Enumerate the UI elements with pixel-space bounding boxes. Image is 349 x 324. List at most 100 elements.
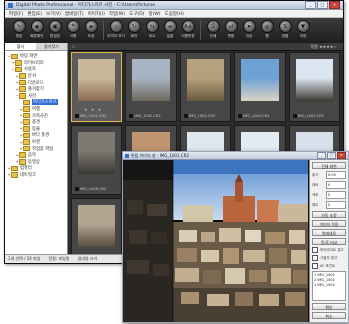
thumbnail[interactable]: IMG_1002.CR2 [125,52,177,122]
camera-icon [75,114,79,118]
edit-icon: ✎ [12,20,26,33]
adjust-button[interactable]: 전/후 비교 [312,238,346,245]
toolbar-button[interactable]: ↻ 회전 [126,20,142,39]
toolbar-button[interactable]: ◉ 빠른확인 [29,20,45,39]
image-list[interactable]: 1 IMG_1001 2 IMG_1002 3 IMG_1003 [312,271,346,301]
tree-item[interactable]: + 동물 [7,126,67,133]
toolbar-button[interactable]: ✎ 편집 [11,20,27,39]
tree-item[interactable]: + 작업중 파일 [7,145,67,152]
tree-item[interactable]: + 네트워크 [7,172,67,179]
toolbar-button[interactable]: Aa 이름변경 [180,20,196,39]
thumbnail[interactable]: IMG_1004.CR2 [234,52,286,122]
rating-stars[interactable]: ★ ★ ★ [84,107,102,112]
tree-item[interactable]: + 다운로드 [7,79,67,86]
tree-item[interactable]: + 여행 [7,106,67,113]
moon-icon[interactable]: ☾ [72,44,76,49]
tree-item[interactable]: + 문서 [7,73,67,80]
toolbar-button[interactable]: ➤ 전송 [241,20,257,39]
minimize-button[interactable]: _ [305,1,316,9]
thumbnail-meta: IMG_1006.CR2 [75,186,118,192]
tree-item-label: 네트워크 [20,172,36,178]
tree-item[interactable]: − 바탕 화면 [7,53,67,60]
main-title-bar[interactable]: Digital Photo Professional - 마다가스카르 사진 -… [5,1,343,10]
adjust-button[interactable]: 원래대로 [312,229,346,236]
tree-item[interactable]: + 풍경 [7,119,67,126]
folder-icon [23,139,30,145]
folder-panel: 폴더 즐겨찾기 − 바탕 화면 + 라이브러리 − 사용자 + 문서 + 다운로드 + 즐겨찾기 − 사진… [5,43,68,255]
maximize-button[interactable]: □ [317,1,328,9]
thumbnail[interactable]: IMG_1003.CR2 [179,52,232,122]
toolbar-button[interactable]: ⇅ 정렬 [277,20,293,39]
checkbox-icon[interactable] [312,247,318,253]
toolbar-button[interactable]: ⌗ 크롭 [65,20,81,39]
viewer-image[interactable] [123,160,308,322]
toolbar-button-label: 크롭 [69,34,77,38]
adjust-label: 색조 [312,192,319,197]
toolbar-button[interactable]: ▣ 편집창 [47,20,63,39]
camera-icon [75,187,79,191]
viewer-maximize-button[interactable]: □ [327,152,336,159]
toolbar-button[interactable]: ◍ 웹 [259,20,275,39]
adjust-label: 밝기 [312,172,319,177]
toolbar-button-label: 도장 [87,34,95,38]
viewer-title-bar[interactable]: 편집 이미지 창 - IMG_1001.CR2 _ □ × [123,152,348,160]
tree-item[interactable]: + 바다 풍경 [7,132,67,139]
toolbar-button[interactable]: ⎙ 인쇄 [205,20,221,39]
tree-item[interactable]: 마다가스카르 [7,99,67,106]
thumbnail-filename: IMG_1006.CR2 [80,187,107,191]
tab-folder[interactable]: 폴더 [5,43,36,50]
toolbar-button[interactable]: ◈ 도장 [83,20,99,39]
fullscreen-button[interactable]: 전체 화면 [312,162,346,169]
cancel-button[interactable]: 취소 [312,312,346,319]
menu-item[interactable]: 썸네일(T) [65,11,84,17]
stamp-icon: ◈ [84,20,98,33]
adjust-value-field[interactable]: 0 [326,191,346,199]
tree-item[interactable]: + 동영상 [7,159,67,166]
viewer-minimize-button[interactable]: _ [317,152,326,159]
toolbar-button-label: 회전 [130,34,138,38]
viewer-close-button[interactable]: × [337,152,346,159]
tree-item[interactable]: + 즐겨찾기 [7,86,67,93]
adjust-value-field[interactable]: 0 [326,201,346,209]
tree-item[interactable]: + 음악 [7,152,67,159]
tree-item[interactable]: − 사용자 [7,66,67,73]
menu-item[interactable]: 이미지(I) [88,11,105,17]
tree-item[interactable]: − 사진 [7,93,67,100]
menu-item[interactable]: 보기(V) [46,11,61,17]
tree-item[interactable]: + 컴퓨터 [7,165,67,172]
option-checkbox[interactable]: 그림자 경고 [312,255,346,261]
menu-item[interactable]: 작업(W) [109,11,125,17]
thumbnail[interactable]: IMG_1006.CR2 [71,125,123,195]
checkbox-icon[interactable] [312,255,318,261]
toolbar-button[interactable]: ⇆ 비교 [144,20,160,39]
thumbnail[interactable]: IMG_1005.CR2 [288,52,340,122]
menu-item[interactable]: 창(W) [148,11,160,17]
toolbar-button-label: 빠른확인 [30,34,44,38]
menu-item[interactable]: 파일(F) [9,11,23,17]
option-checkbox[interactable]: 하이라이트 경고 [312,247,346,253]
menu-item[interactable]: 도구(O) [129,11,144,17]
adjust-value-field[interactable]: 0 [326,181,346,189]
adjust-button[interactable]: 자동 조정 [312,211,346,218]
adjust-button[interactable]: 이미지 적용 [312,220,346,227]
thumbnail[interactable]: ★ ★ ★ IMG_1001.CR2 [71,52,123,122]
list-item[interactable]: 3 IMG_1003 [314,283,344,288]
adjust-value-field[interactable]: 0.00 [326,171,346,179]
toolbar-button[interactable]: ⇄ 변환 [223,20,239,39]
toolbar-button-label: 이름변경 [181,34,195,38]
tab-favorites[interactable]: 즐겨찾기 [36,43,67,50]
option-checkbox[interactable]: AF 포인트 [312,263,346,269]
tree-item[interactable]: + 가족사진 [7,112,67,119]
tree-item[interactable]: + 야경 [7,139,67,146]
toolbar-button[interactable]: ◎ 이미지 보기 [107,20,125,39]
checkbox-icon[interactable] [312,263,318,269]
tree-item[interactable]: + 라이브러리 [7,60,67,67]
menu-item[interactable]: 편집(E) [27,11,42,17]
menu-item[interactable]: 도움말(H) [165,11,184,17]
sort-label[interactable]: 정렬 ★★★★☆ [310,44,337,50]
toolbar-button[interactable]: ≡ 일괄 [162,20,178,39]
ok-button[interactable]: 확인 [312,303,346,310]
adjust-label: 대비 [312,182,319,187]
close-button[interactable]: × [329,1,340,9]
toolbar-button[interactable]: ▼ 저장 [295,20,311,39]
